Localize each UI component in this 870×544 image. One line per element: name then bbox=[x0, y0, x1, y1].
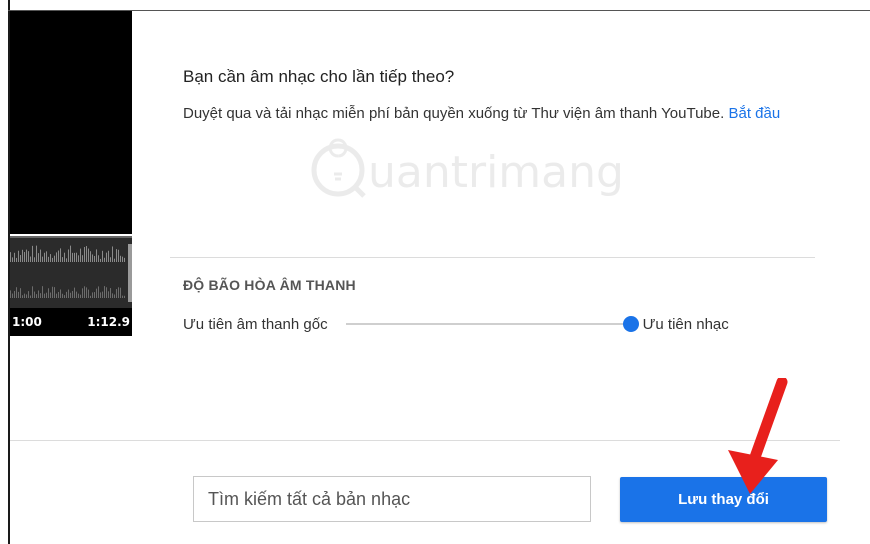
slider-label-music: Ưu tiên nhạc bbox=[642, 315, 729, 333]
saturation-title: ĐỘ BÃO HÒA ÂM THANH bbox=[183, 277, 356, 293]
time-current: 1:00 bbox=[12, 315, 42, 329]
watermark-logo: uantrimang bbox=[311, 138, 624, 198]
red-arrow-annotation bbox=[728, 378, 788, 494]
promo-description: Duyệt qua và tải nhạc miễn phí bản quyền… bbox=[183, 99, 813, 128]
music-search-input[interactable] bbox=[193, 476, 591, 522]
slider-thumb[interactable] bbox=[622, 316, 639, 332]
saturation-slider[interactable] bbox=[345, 316, 639, 332]
timecode-bar: 1:00 1:12.9 bbox=[10, 308, 132, 336]
get-started-link[interactable]: Bắt đầu bbox=[728, 105, 780, 122]
section-divider bbox=[170, 257, 815, 258]
watermark-text: uantrimang bbox=[368, 147, 624, 198]
saturation-slider-row: Ưu tiên âm thanh gốc Ưu tiên nhạc bbox=[183, 312, 823, 336]
panel-top-border bbox=[8, 10, 870, 11]
slider-label-original: Ưu tiên âm thanh gốc bbox=[183, 315, 328, 333]
promo-heading: Bạn cần âm nhạc cho lần tiếp theo? bbox=[183, 67, 455, 86]
audio-editor-panel: 1:00 1:12.9 Bạn cần âm nhạc cho lần tiếp… bbox=[0, 0, 870, 544]
time-total: 1:12.9 bbox=[87, 315, 130, 329]
audio-waveform[interactable] bbox=[10, 236, 132, 308]
footer-divider bbox=[10, 440, 840, 441]
waveform-graphic bbox=[10, 238, 132, 308]
promo-description-text: Duyệt qua và tải nhạc miễn phí bản quyền… bbox=[183, 105, 725, 122]
video-preview[interactable] bbox=[10, 11, 132, 234]
